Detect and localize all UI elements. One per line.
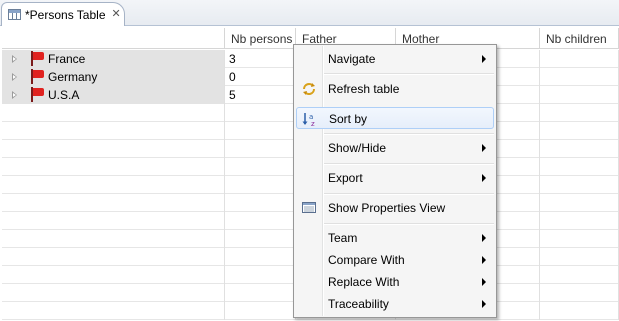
menu-item-traceability[interactable]: Traceability bbox=[296, 293, 494, 315]
tree-cell[interactable]: France bbox=[2, 50, 225, 68]
menu-separator bbox=[324, 223, 494, 225]
svg-text:z: z bbox=[311, 120, 315, 127]
menu-item-compare-with[interactable]: Compare With bbox=[296, 249, 494, 271]
expand-arrow-icon[interactable] bbox=[12, 55, 17, 63]
menu-separator bbox=[324, 163, 494, 165]
menu-item-label: Traceability bbox=[328, 297, 389, 311]
menu-item-export[interactable]: Export bbox=[296, 167, 494, 189]
menu-item-show-properties-view[interactable]: Show Properties View bbox=[296, 197, 494, 219]
menu-item-label: Sort by bbox=[329, 112, 368, 126]
nb-persons-cell[interactable]: 0 bbox=[225, 68, 296, 86]
menu-item-navigate[interactable]: Navigate bbox=[296, 48, 494, 70]
properties-view-icon bbox=[302, 202, 316, 213]
row-label: France bbox=[48, 52, 86, 66]
tree-cell[interactable]: U.S.A bbox=[2, 86, 225, 104]
close-icon[interactable]: ✕ bbox=[112, 9, 121, 20]
submenu-arrow-icon bbox=[482, 278, 486, 286]
menu-item-refresh-table[interactable]: Refresh table bbox=[296, 78, 494, 100]
menu-item-team[interactable]: Team bbox=[296, 227, 494, 249]
column-header-nb-persons[interactable]: Nb persons bbox=[225, 28, 296, 49]
nb-children-cell[interactable] bbox=[540, 50, 619, 68]
nb-children-cell[interactable] bbox=[540, 86, 619, 104]
menu-item-label: Navigate bbox=[328, 52, 376, 66]
submenu-arrow-icon bbox=[482, 300, 486, 308]
menu-item-label: Team bbox=[328, 231, 358, 245]
row-label: Germany bbox=[48, 70, 98, 84]
menu-item-label: Refresh table bbox=[328, 82, 400, 96]
flag-icon bbox=[30, 87, 44, 102]
tree-cell[interactable]: Germany bbox=[2, 68, 225, 86]
editor-tab-bar: *Persons Table ✕ bbox=[0, 0, 619, 26]
flag-icon bbox=[30, 69, 44, 84]
menu-separator bbox=[324, 133, 494, 135]
menu-item-label: Replace With bbox=[328, 275, 400, 289]
tab-persons-table[interactable]: *Persons Table ✕ bbox=[1, 2, 125, 26]
submenu-arrow-icon bbox=[482, 234, 486, 242]
tab-title: *Persons Table bbox=[25, 7, 106, 22]
menu-item-show-hide[interactable]: Show/Hide bbox=[296, 137, 494, 159]
submenu-arrow-icon bbox=[482, 55, 486, 63]
column-header-nb-children[interactable]: Nb children bbox=[540, 28, 619, 49]
menu-item-sort-by[interactable]: a z Sort by bbox=[296, 107, 494, 129]
table-icon bbox=[8, 9, 21, 20]
flag-icon bbox=[30, 51, 44, 66]
nb-children-cell[interactable] bbox=[540, 68, 619, 86]
context-menu: Navigate Refresh table a z Sort by Show/… bbox=[293, 44, 497, 318]
row-label: U.S.A bbox=[48, 88, 80, 102]
menu-item-label: Export bbox=[328, 171, 363, 185]
expand-arrow-icon[interactable] bbox=[12, 91, 17, 99]
menu-item-label: Compare With bbox=[328, 253, 405, 267]
menu-item-label: Show Properties View bbox=[328, 201, 446, 215]
refresh-icon bbox=[303, 83, 315, 95]
submenu-arrow-icon bbox=[482, 174, 486, 182]
menu-item-label: Show/Hide bbox=[328, 141, 387, 155]
expand-arrow-icon[interactable] bbox=[12, 73, 17, 81]
column-header-tree[interactable] bbox=[2, 28, 225, 49]
menu-separator bbox=[324, 73, 494, 75]
menu-item-replace-with[interactable]: Replace With bbox=[296, 271, 494, 293]
nb-persons-cell[interactable]: 3 bbox=[225, 50, 296, 68]
submenu-arrow-icon bbox=[482, 144, 486, 152]
sort-az-icon: a z bbox=[302, 113, 315, 127]
nb-persons-cell[interactable]: 5 bbox=[225, 86, 296, 104]
submenu-arrow-icon bbox=[482, 256, 486, 264]
menu-separator bbox=[324, 193, 494, 195]
